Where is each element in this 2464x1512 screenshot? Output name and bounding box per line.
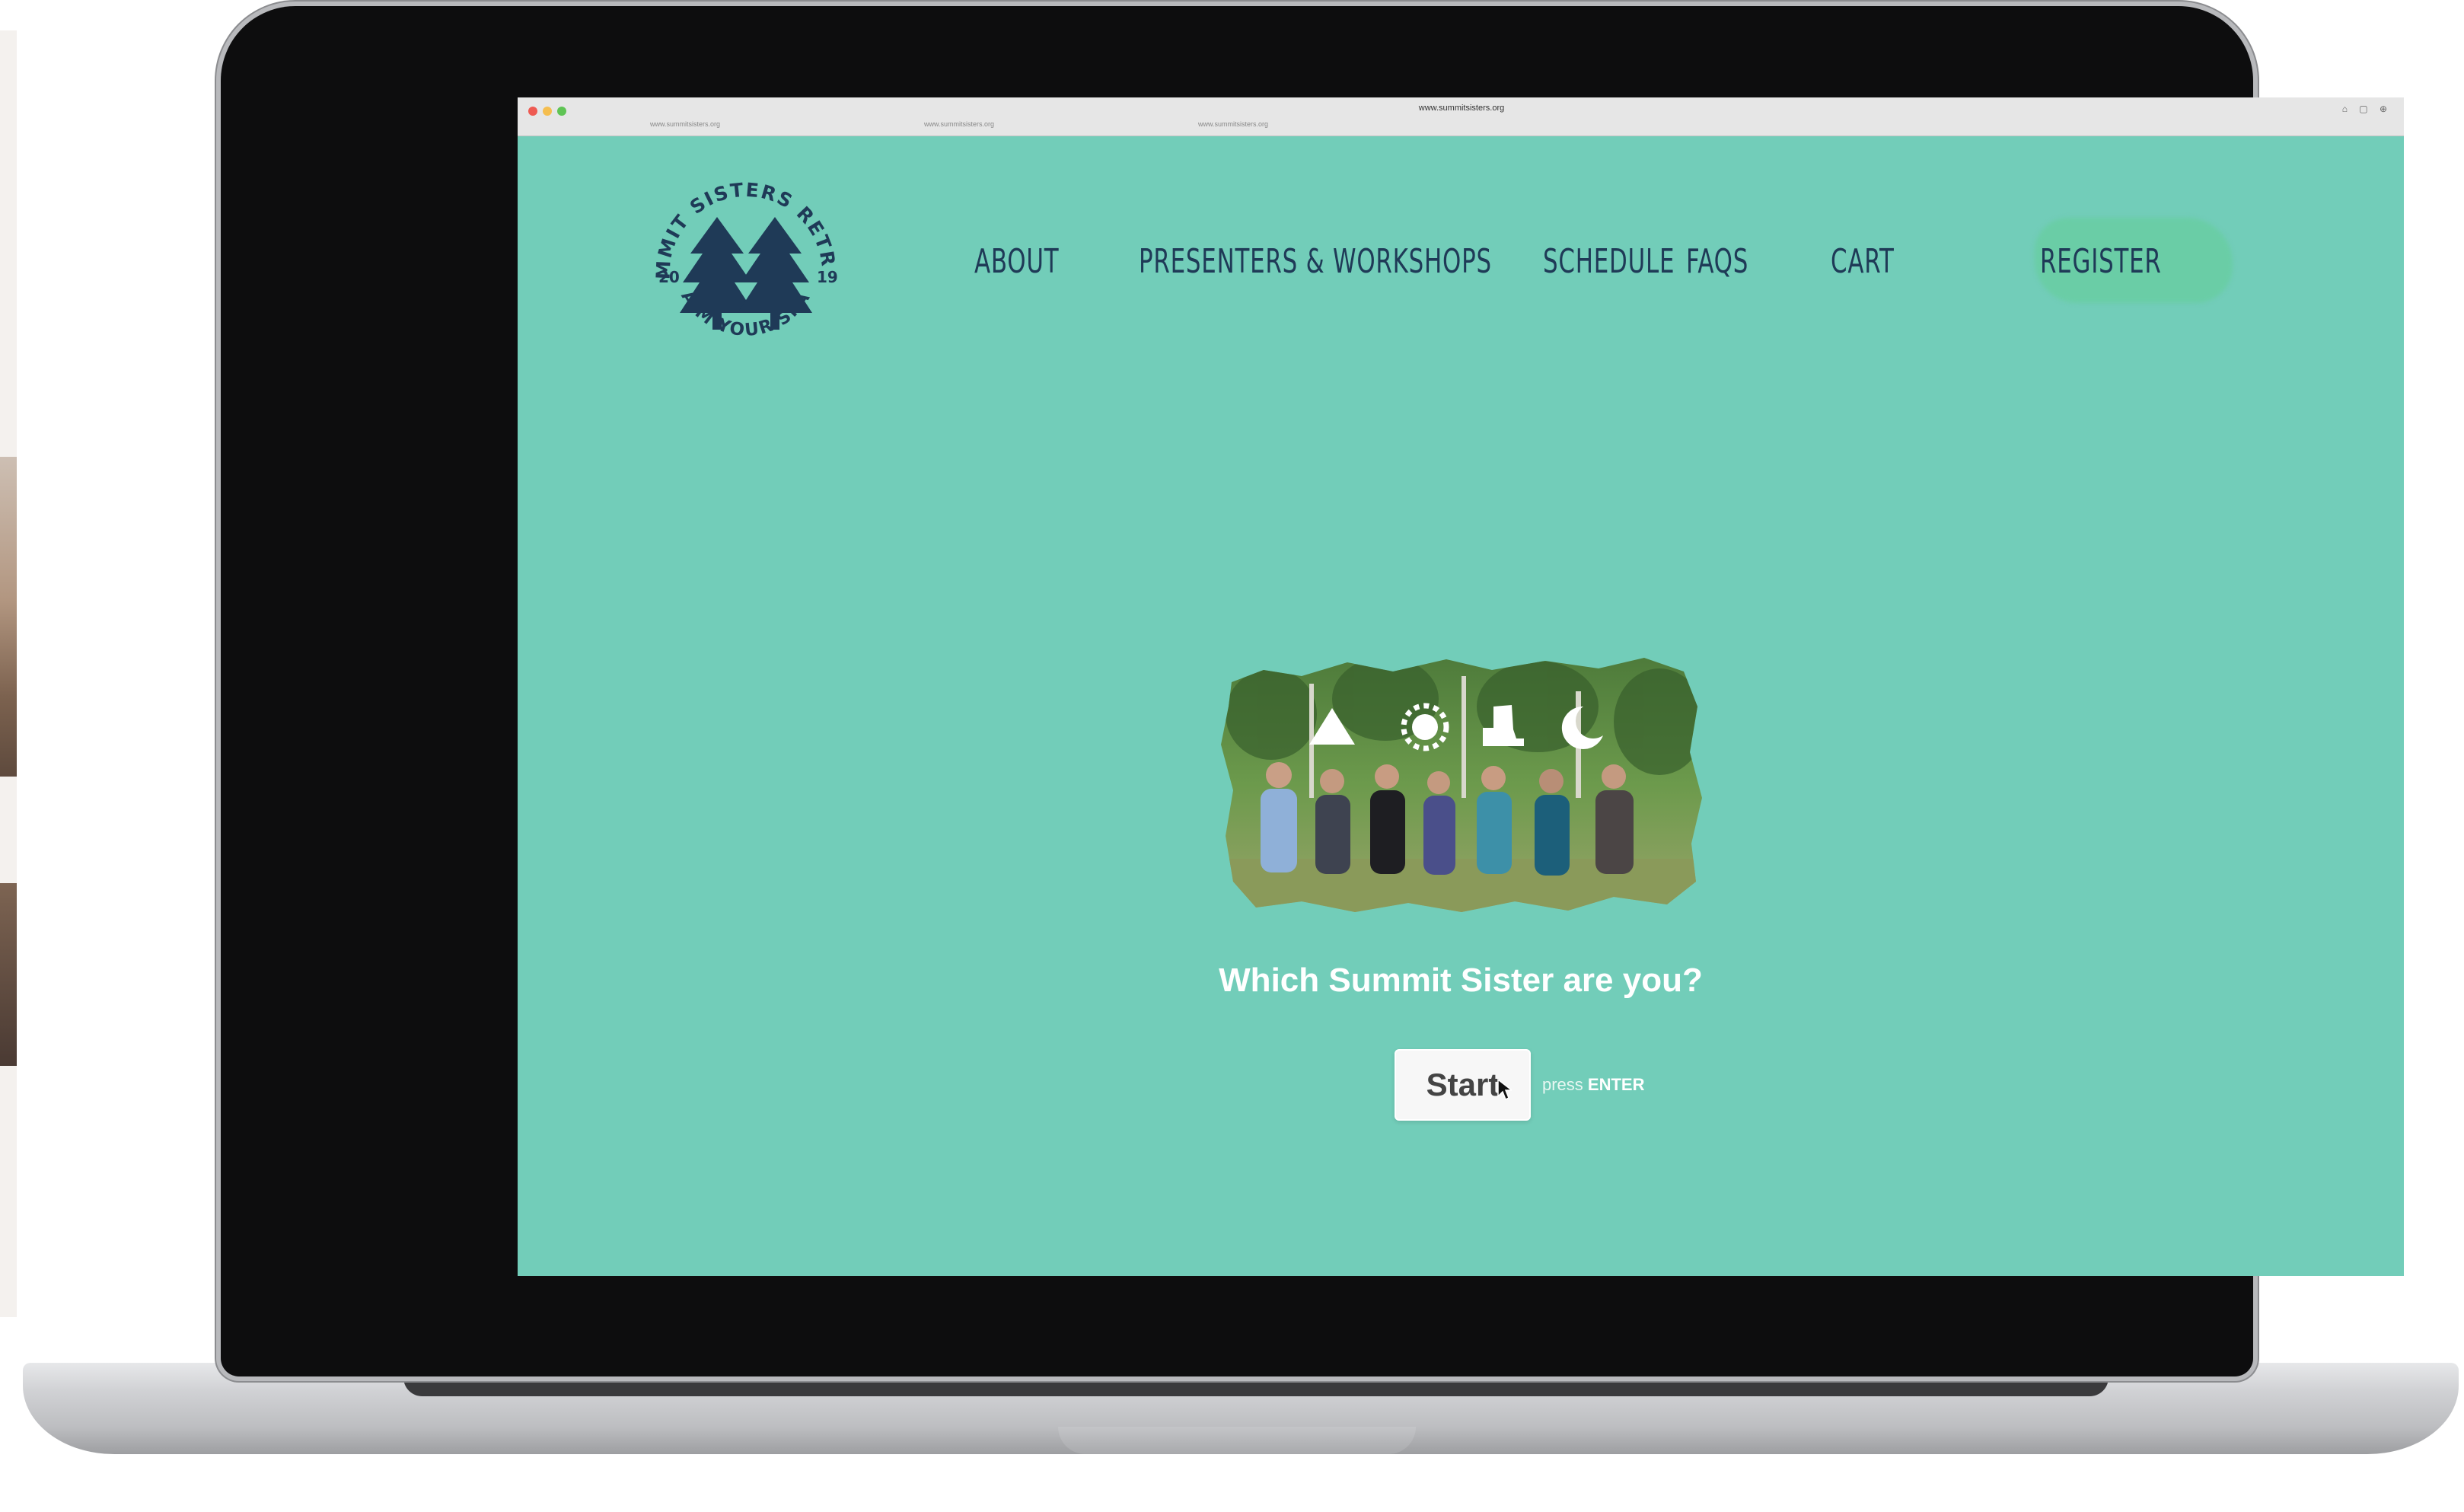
nav-faqs[interactable]: FAQS xyxy=(1686,242,1748,281)
site-logo[interactable]: SUMMIT SISTERS RETREAT CLAIM YOUR SPACE … xyxy=(643,162,849,368)
laptop-screen: www.summitsisters.org www.summitsisters.… xyxy=(518,97,2404,1276)
pine-trees-icon xyxy=(680,217,812,330)
zoom-icon[interactable] xyxy=(557,107,566,116)
window-controls[interactable] xyxy=(528,107,566,116)
press-enter-hint: press ENTER xyxy=(1542,1075,1644,1095)
browser-tab[interactable]: www.summitsisters.org xyxy=(1096,120,1370,134)
minimize-icon[interactable] xyxy=(543,107,552,116)
background-photo xyxy=(0,883,17,1066)
address-bar[interactable]: www.summitsisters.org xyxy=(1233,104,1690,117)
nav-presenters-workshops[interactable]: PRESENTERS & WORKSHOPS xyxy=(1139,242,1492,281)
browser-tab[interactable]: www.summitsisters.org xyxy=(822,120,1096,134)
nav-cart[interactable]: CART xyxy=(1831,242,1895,281)
hero-group-photo xyxy=(1221,658,1702,912)
laptop-base xyxy=(23,1363,2459,1454)
browser-tab[interactable]: www.summitsisters.org xyxy=(548,120,822,134)
laptop-keyboard xyxy=(403,1373,2109,1396)
nav-register[interactable]: REGISTER xyxy=(2040,242,2162,281)
quiz-question: Which Summit Sister are you? xyxy=(1219,962,1703,999)
laptop-lid: www.summitsisters.org www.summitsisters.… xyxy=(221,6,2404,1376)
logo-year-right: 19 xyxy=(817,268,838,286)
svg-text:SUMMIT SISTERS RETREAT: SUMMIT SISTERS RETREAT xyxy=(643,162,840,280)
nav-schedule[interactable]: SCHEDULE xyxy=(1543,242,1675,281)
browser-chrome: www.summitsisters.org www.summitsisters.… xyxy=(518,97,2404,136)
close-icon[interactable] xyxy=(528,107,537,116)
logo-year-left: 20 xyxy=(658,268,680,286)
press-label: press xyxy=(1542,1075,1583,1094)
background-photo xyxy=(0,457,17,777)
background-photo-strip xyxy=(0,30,17,1317)
logo-top-text: SUMMIT SISTERS RETREAT xyxy=(643,162,838,280)
laptop-notch xyxy=(1058,1427,1416,1454)
enter-key-label: ENTER xyxy=(1587,1075,1645,1094)
nav-about[interactable]: ABOUT xyxy=(974,242,1059,281)
mouse-cursor-icon xyxy=(1497,1078,1512,1101)
toolbar-icons[interactable]: ⌂ ▢ ⊕ xyxy=(2342,104,2392,114)
